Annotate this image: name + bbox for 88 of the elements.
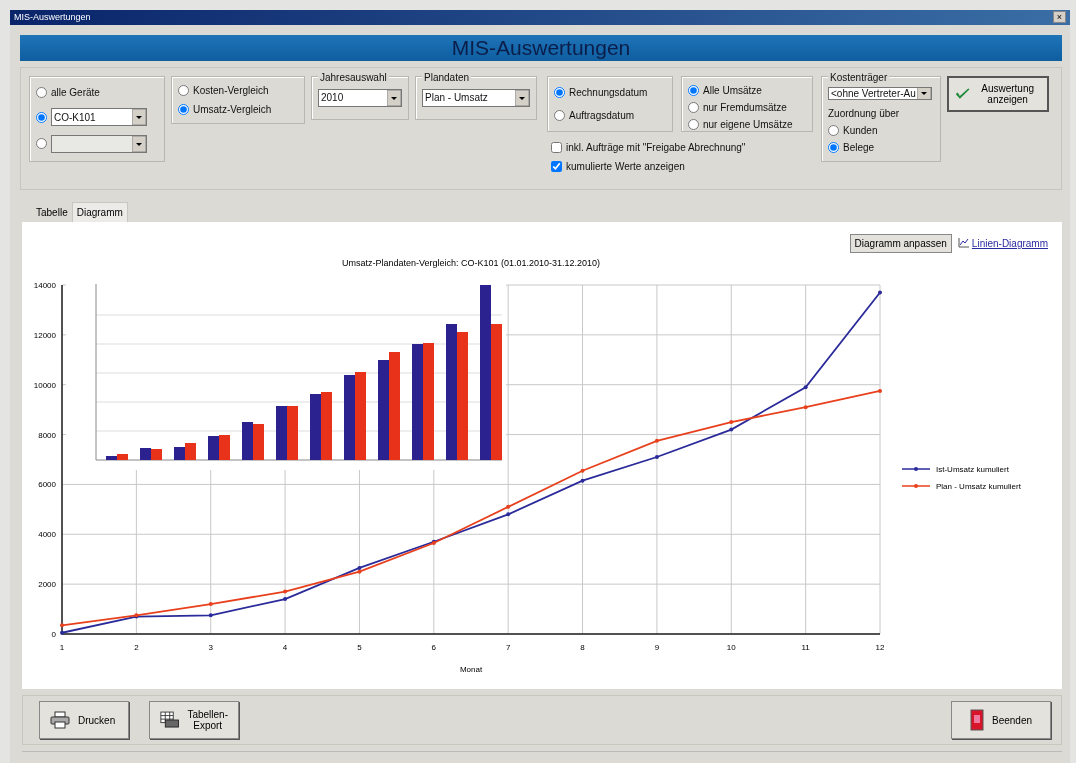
axis-label: 12000 (33, 331, 56, 341)
axis-title: Monat (459, 665, 483, 675)
axis-label: 7 (505, 643, 511, 653)
dropdown[interactable]: CO-K101 (51, 108, 147, 127)
radio-button[interactable] (554, 109, 565, 121)
line-chart-icon (957, 238, 969, 249)
bar (219, 435, 230, 461)
bar (287, 406, 298, 461)
bar (253, 424, 264, 461)
axis-label: 10 (726, 643, 736, 653)
axis-label: 6 (431, 643, 437, 653)
door-icon (969, 709, 984, 732)
radio-button[interactable] (178, 103, 189, 115)
window-title: MIS-Auswertungen (14, 10, 91, 24)
axis-label: 4 (282, 643, 288, 653)
radio-button[interactable] (828, 124, 839, 136)
bar (151, 449, 162, 461)
axis-label: 1 (59, 643, 65, 653)
bar (321, 392, 332, 461)
dropdown[interactable]: <ohne Vertreter-Au (828, 86, 932, 100)
option-label: Auftragsdatum (569, 108, 635, 123)
axis-label: 5 (357, 643, 362, 653)
tab[interactable]: Diagramm (71, 202, 128, 223)
option-label: nur Fremdumsätze (703, 100, 787, 115)
axis-label: 8 (580, 643, 585, 653)
option-label: nur eigene Umsätze (703, 117, 793, 132)
option-label: inkl. Aufträge mit "Freigabe Abrechnung" (566, 140, 746, 155)
checkbox[interactable] (551, 141, 562, 153)
axis-label: 0 (51, 630, 56, 640)
radio-button[interactable] (554, 86, 565, 98)
radio-button[interactable] (688, 84, 699, 96)
radio-button[interactable] (36, 111, 47, 123)
printer-icon (50, 711, 70, 730)
dropdown[interactable]: Plan - Umsatz (422, 88, 530, 107)
bar (242, 422, 253, 461)
dropdown-arrow-icon[interactable] (387, 89, 401, 106)
tab[interactable]: Tabelle (32, 203, 72, 223)
checkbox[interactable] (551, 160, 562, 172)
legend-label: Plan - Umsatz kumuliert (936, 482, 1021, 492)
radio-button[interactable] (688, 101, 699, 113)
chart-title: Umsatz-Plandaten-Vergleich: CO-K101 (01.01.2010-31.12.2010) (341, 258, 601, 269)
axis-label: 2 (134, 643, 139, 653)
dropdown-arrow-icon[interactable] (917, 87, 931, 99)
axis-label: 10000 (33, 380, 56, 390)
radio-button[interactable] (178, 84, 189, 96)
option-label: kumulierte Werte anzeigen (566, 159, 685, 174)
bar (174, 447, 185, 461)
bar (276, 406, 287, 461)
footer-button[interactable]: Beenden (951, 701, 1051, 740)
header-banner: MIS-Auswertungen (20, 34, 1062, 61)
adjust-chart-button[interactable]: Diagramm anpassen (849, 233, 952, 253)
radio-button[interactable] (36, 87, 47, 99)
option-label: Alle Umsätze (703, 83, 762, 98)
axis-label: 2000 (38, 580, 56, 590)
close-button[interactable]: × (1053, 11, 1066, 24)
axis-label: 4000 (38, 530, 56, 540)
axis-label: 6000 (38, 480, 56, 490)
dropdown[interactable]: 2010 (318, 88, 402, 107)
radio-button[interactable] (828, 141, 839, 153)
dropdown-arrow-icon[interactable] (132, 135, 146, 152)
show-report-button[interactable]: Auswertung anzeigen (947, 75, 1049, 112)
chart-type-link[interactable]: Linien-Diagramm (957, 235, 1048, 251)
bar (140, 448, 151, 461)
dropdown[interactable] (51, 134, 147, 153)
dropdown-arrow-icon[interactable] (132, 109, 146, 126)
bar (185, 443, 196, 461)
dropdown-arrow-icon[interactable] (515, 89, 529, 106)
axis-label: 12 (875, 643, 885, 653)
axis-label: 3 (208, 643, 213, 653)
bar (208, 436, 219, 461)
option-label: Kosten-Vergleich (193, 83, 269, 98)
footer-button[interactable]: Tabellen-Export (149, 701, 239, 740)
assignment-label: Zuordnung über (828, 106, 901, 121)
option-label: Umsatz-Vergleich (193, 102, 272, 117)
axis-label: 8000 (38, 430, 56, 440)
table-export-icon (160, 710, 180, 731)
axis-label: 14000 (33, 281, 56, 291)
option-label: alle Geräte (51, 86, 100, 101)
radio-button[interactable] (36, 138, 47, 150)
option-label: Kunden (843, 123, 878, 138)
option-label: Belege (843, 140, 875, 155)
axis-label: 11 (801, 643, 810, 653)
radio-button[interactable] (688, 118, 699, 130)
footer-button[interactable]: Drucken (39, 701, 129, 740)
legend-label: Ist-Umsatz kumuliert (936, 465, 1009, 475)
axis-label: 9 (654, 643, 660, 653)
bar (310, 394, 321, 461)
option-label: Rechnungsdatum (569, 85, 648, 100)
